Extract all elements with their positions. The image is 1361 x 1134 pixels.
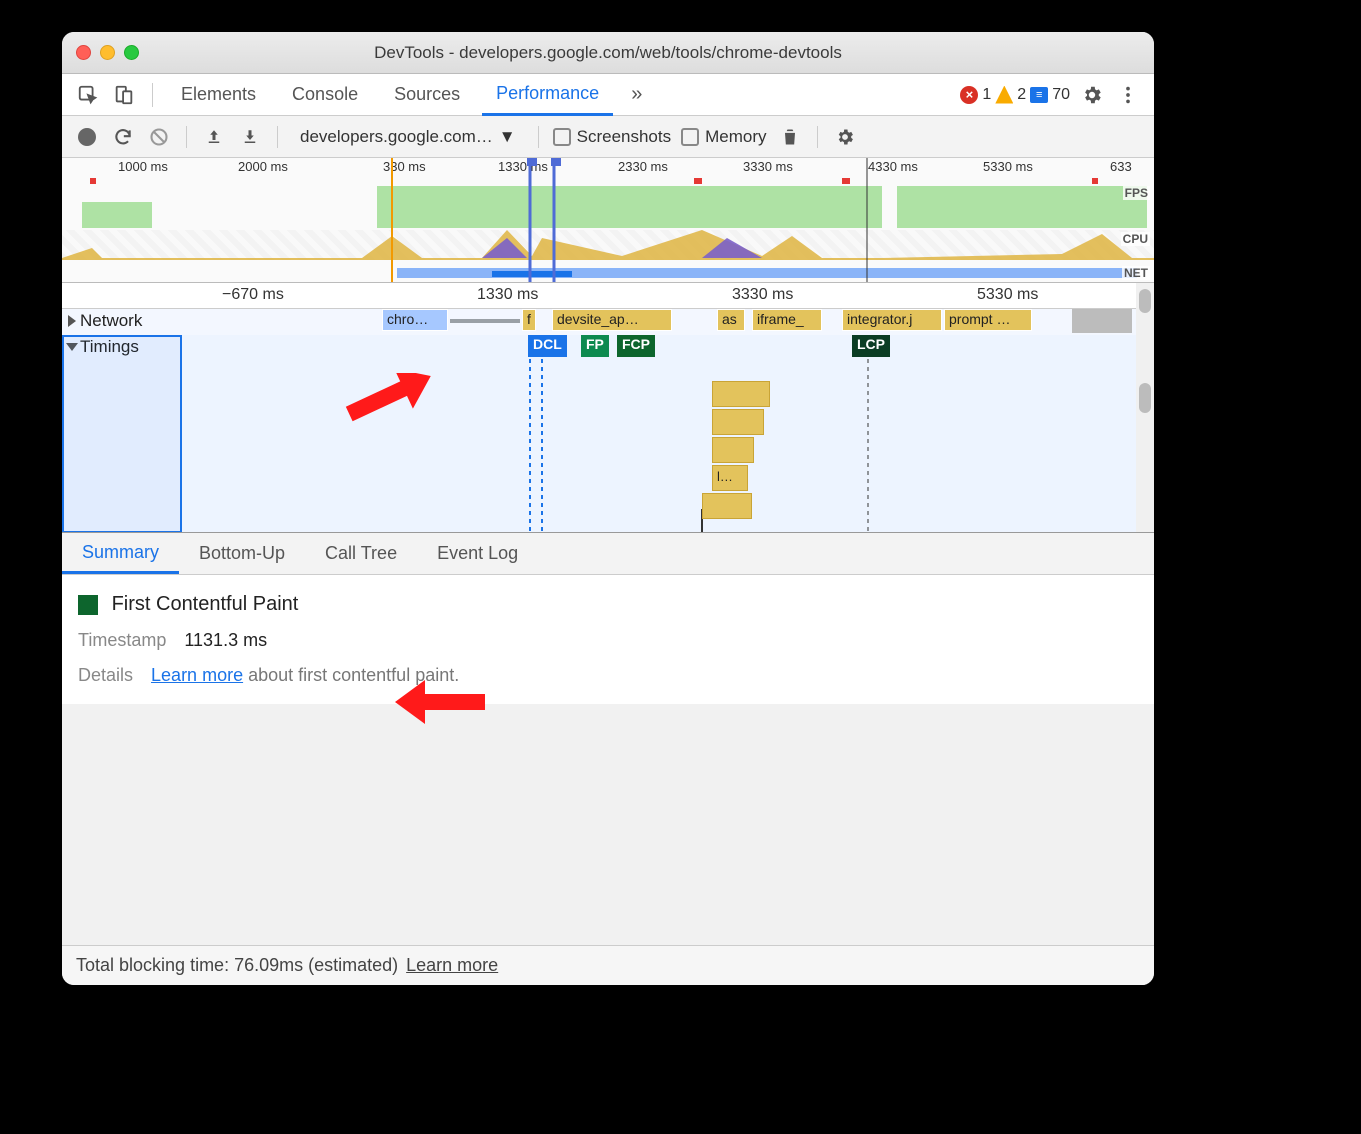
total-blocking-time: Total blocking time: 76.09ms (estimated) [76,955,398,976]
minimize-window-button[interactable] [100,45,115,60]
recording-selector-label: developers.google.com… [300,127,493,147]
overview-chart [62,158,1154,283]
scrollbar-thumb[interactable] [1139,289,1151,313]
long-task-bar[interactable]: l… [712,465,748,491]
zoom-window-button[interactable] [124,45,139,60]
network-item[interactable]: chro… [382,309,448,331]
save-profile-icon[interactable] [237,124,263,150]
flame-scrollbar[interactable] [1136,283,1154,532]
devtools-tabbar: Elements Console Sources Performance » ×… [62,74,1154,116]
expand-icon [68,315,76,327]
timings-track[interactable]: Timings DCL FP FCP LCP l… [62,335,1136,532]
error-icon: × [960,86,978,104]
tab-console[interactable]: Console [278,74,372,116]
network-item[interactable]: f [522,309,536,331]
marker-fcp[interactable]: FCP [617,335,655,357]
kebab-menu-icon[interactable] [1114,81,1142,109]
empty-area [62,704,1154,945]
window-controls [76,45,139,60]
network-track-label[interactable]: Network [62,309,182,333]
long-task-bar[interactable] [712,437,754,463]
dtab-calltree[interactable]: Call Tree [305,533,417,574]
network-item[interactable]: devsite_ap… [552,309,672,331]
message-count: 70 [1052,86,1070,104]
long-task-bar[interactable] [702,493,752,519]
scrollbar-thumb[interactable] [1139,383,1151,413]
detail-tabbar: Summary Bottom-Up Call Tree Event Log [62,533,1154,575]
close-window-button[interactable] [76,45,91,60]
inspect-element-icon[interactable] [74,81,102,109]
long-task-bar[interactable] [712,409,764,435]
settings-gear-icon[interactable] [1078,81,1106,109]
network-item[interactable] [1072,309,1132,333]
network-item[interactable]: prompt … [944,309,1032,331]
network-gap [450,319,520,323]
summary-pane: First Contentful Paint Timestamp 1131.3 … [62,575,1154,704]
tab-sources[interactable]: Sources [380,74,474,116]
summary-title-row: First Contentful Paint [78,593,1138,616]
chevron-down-icon: ▼ [499,127,516,147]
performance-toolbar: developers.google.com… ▼ Screenshots Mem… [62,116,1154,158]
window-titlebar: DevTools - developers.google.com/web/too… [62,32,1154,74]
selection-outline [62,335,182,533]
error-count: 1 [982,86,991,104]
warning-icon [995,86,1013,104]
timestamp-value: 1131.3 ms [184,630,267,651]
collect-garbage-icon[interactable] [777,124,803,150]
status-footer: Total blocking time: 76.09ms (estimated)… [62,945,1154,985]
network-item[interactable]: as [717,309,745,331]
dtab-bottomup[interactable]: Bottom-Up [179,533,305,574]
summary-title: First Contentful Paint [112,593,299,615]
tab-performance[interactable]: Performance [482,74,613,116]
reload-record-button[interactable] [110,124,136,150]
overview-net-label: NET [1122,266,1150,280]
load-profile-icon[interactable] [201,124,227,150]
device-toolbar-icon[interactable] [110,81,138,109]
window-title: DevTools - developers.google.com/web/too… [62,43,1154,63]
dtab-eventlog[interactable]: Event Log [417,533,538,574]
network-item[interactable]: iframe_ [752,309,822,331]
message-icon: ≡ [1030,87,1048,103]
overview-fps-label: FPS [1123,186,1150,200]
flamechart-area[interactable]: −670 ms 1330 ms 3330 ms 5330 ms Network … [62,283,1154,533]
recording-selector[interactable]: developers.google.com… ▼ [292,123,524,151]
memory-checkbox[interactable]: Memory [681,127,766,147]
overview-timeline[interactable]: 1000 ms 2000 ms 330 ms 1330 ms 2330 ms 3… [62,158,1154,283]
console-issue-counts[interactable]: × 1 2 ≡ 70 [960,86,1070,104]
footer-learn-more-link[interactable]: Learn more [406,955,498,976]
details-row: Details Learn more about first contentfu… [78,665,1138,686]
timestamp-row: Timestamp 1131.3 ms [78,630,1138,651]
marker-lcp[interactable]: LCP [852,335,890,357]
flame-ruler: −670 ms 1330 ms 3330 ms 5330 ms [62,283,1136,309]
dtab-summary[interactable]: Summary [62,533,179,574]
tabs-overflow-button[interactable]: » [621,74,652,116]
marker-dcl[interactable]: DCL [528,335,567,357]
devtools-window: DevTools - developers.google.com/web/too… [62,32,1154,985]
fcp-legend-swatch [78,595,98,615]
learn-more-link[interactable]: Learn more [151,665,243,685]
tab-elements[interactable]: Elements [167,74,270,116]
marker-fp[interactable]: FP [581,335,609,357]
long-task-bar[interactable] [712,381,770,407]
capture-settings-gear-icon[interactable] [832,124,858,150]
network-item[interactable]: integrator.j [842,309,942,331]
warning-count: 2 [1017,86,1026,104]
overview-cpu-label: CPU [1121,232,1150,246]
record-button[interactable] [74,124,100,150]
network-track[interactable]: Network chro… f devsite_ap… as iframe_ i… [62,309,1136,335]
clear-button[interactable] [146,124,172,150]
screenshots-checkbox[interactable]: Screenshots [553,127,672,147]
